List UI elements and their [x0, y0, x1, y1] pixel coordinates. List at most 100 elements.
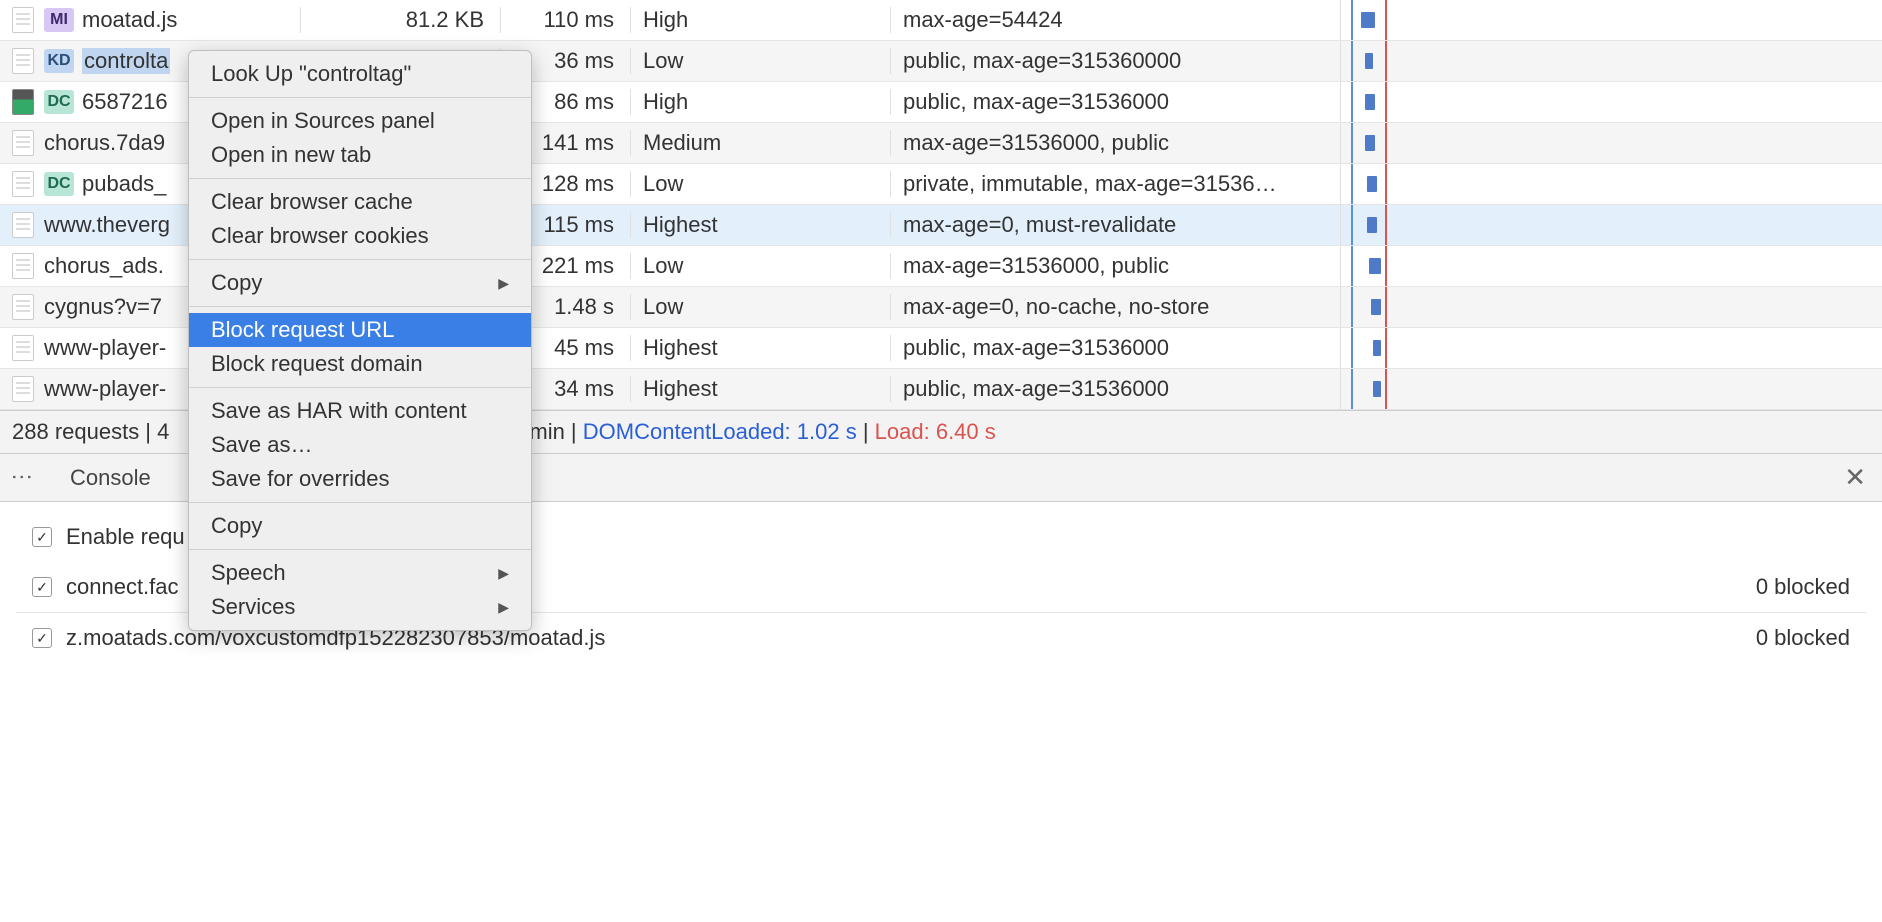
col-priority: High: [630, 7, 890, 33]
menu-services-label: Services: [211, 594, 295, 620]
timeline-marker: [1385, 164, 1387, 204]
col-priority: Low: [630, 253, 890, 279]
col-waterfall: [1340, 328, 1882, 368]
col-cache-control: public, max-age=31536000: [890, 335, 1340, 361]
col-size: 81.2 KB: [300, 7, 500, 33]
col-waterfall: [1340, 246, 1882, 286]
timeline-marker: [1351, 246, 1353, 286]
col-priority: Highest: [630, 335, 890, 361]
script-file-icon: [12, 294, 34, 320]
menu-copy-submenu[interactable]: Copy ▶: [189, 266, 531, 300]
request-name: www.theverg: [44, 212, 170, 238]
timeline-marker: [1385, 0, 1387, 40]
menu-services[interactable]: Services ▶: [189, 590, 531, 624]
timeline-marker: [1385, 287, 1387, 327]
script-file-icon: [12, 376, 34, 402]
status-load: Load: 6.40 s: [875, 419, 996, 444]
menu-save-as[interactable]: Save as…: [189, 428, 531, 462]
initiator-badge: MI: [44, 8, 74, 32]
waterfall-bar: [1361, 12, 1375, 28]
initiator-badge: KD: [44, 49, 74, 73]
timeline-marker: [1385, 328, 1387, 368]
menu-save-overrides[interactable]: Save for overrides: [189, 462, 531, 496]
col-cache-control: public, max-age=315360000: [890, 48, 1340, 74]
waterfall-bar: [1371, 299, 1381, 315]
timeline-marker: [1351, 287, 1353, 327]
col-cache-control: public, max-age=31536000: [890, 89, 1340, 115]
menu-open-sources[interactable]: Open in Sources panel: [189, 104, 531, 138]
col-waterfall: [1340, 82, 1882, 122]
network-row[interactable]: MImoatad.js81.2 KB110 msHighmax-age=5442…: [0, 0, 1882, 41]
col-priority: Low: [630, 171, 890, 197]
waterfall-bar: [1369, 258, 1381, 274]
col-priority: Highest: [630, 212, 890, 238]
more-icon[interactable]: ⋮: [9, 466, 35, 490]
col-time: 110 ms: [500, 7, 630, 33]
col-waterfall: [1340, 369, 1882, 409]
col-cache-control: public, max-age=31536000: [890, 376, 1340, 402]
timeline-marker: [1351, 0, 1353, 40]
col-waterfall: [1340, 0, 1882, 40]
col-cache-control: max-age=54424: [890, 7, 1340, 33]
col-priority: High: [630, 89, 890, 115]
timeline-marker: [1385, 369, 1387, 409]
pattern-text: connect.fac: [66, 574, 179, 600]
col-waterfall: [1340, 41, 1882, 81]
pattern-checkbox[interactable]: [32, 577, 52, 597]
menu-block-url[interactable]: Block request URL: [189, 313, 531, 347]
menu-copy-submenu-label: Copy: [211, 270, 262, 296]
request-name: cygnus?v=7: [44, 294, 162, 320]
col-waterfall: [1340, 205, 1882, 245]
col-waterfall: [1340, 123, 1882, 163]
status-requests: 288 requests | 4: [12, 419, 169, 444]
close-icon[interactable]: ✕: [1844, 462, 1866, 493]
enable-blocking-checkbox[interactable]: [32, 527, 52, 547]
col-priority: Low: [630, 48, 890, 74]
waterfall-bar: [1367, 217, 1377, 233]
chevron-right-icon: ▶: [498, 275, 509, 292]
menu-separator: [189, 306, 531, 307]
waterfall-bar: [1365, 94, 1375, 110]
col-priority: Medium: [630, 130, 890, 156]
pattern-checkbox[interactable]: [32, 628, 52, 648]
menu-copy[interactable]: Copy: [189, 509, 531, 543]
menu-lookup[interactable]: Look Up "controltag": [189, 57, 531, 91]
menu-clear-cookies[interactable]: Clear browser cookies: [189, 219, 531, 253]
col-name: MImoatad.js: [0, 7, 300, 33]
script-file-icon: [12, 253, 34, 279]
waterfall-bar: [1365, 135, 1375, 151]
request-name: www-player-: [44, 335, 166, 361]
initiator-badge: DC: [44, 90, 74, 114]
menu-separator: [189, 387, 531, 388]
request-name: chorus_ads.: [44, 253, 164, 279]
request-name: www-player-: [44, 376, 166, 402]
timeline-marker: [1351, 328, 1353, 368]
menu-clear-cache[interactable]: Clear browser cache: [189, 185, 531, 219]
timeline-marker: [1385, 123, 1387, 163]
menu-save-har[interactable]: Save as HAR with content: [189, 394, 531, 428]
timeline-marker: [1351, 369, 1353, 409]
context-menu: Look Up "controltag" Open in Sources pan…: [188, 50, 532, 631]
request-name: pubads_: [82, 171, 166, 197]
chevron-right-icon: ▶: [498, 599, 509, 616]
menu-speech[interactable]: Speech ▶: [189, 556, 531, 590]
status-domcontentloaded: DOMContentLoaded: 1.02 s: [583, 419, 857, 444]
status-sep: |: [857, 419, 875, 444]
request-name: 6587216: [82, 89, 168, 115]
col-waterfall: [1340, 287, 1882, 327]
timeline-marker: [1385, 205, 1387, 245]
col-cache-control: max-age=31536000, public: [890, 253, 1340, 279]
timeline-marker: [1351, 82, 1353, 122]
status-mid: min |: [529, 419, 582, 444]
script-file-icon: [12, 7, 34, 33]
col-priority: Highest: [630, 376, 890, 402]
menu-speech-label: Speech: [211, 560, 286, 586]
timeline-marker: [1351, 123, 1353, 163]
timeline-marker: [1385, 246, 1387, 286]
script-file-icon: [12, 130, 34, 156]
tab-console[interactable]: Console: [58, 465, 163, 491]
waterfall-bar: [1373, 340, 1381, 356]
script-file-icon: [12, 335, 34, 361]
menu-block-domain[interactable]: Block request domain: [189, 347, 531, 381]
menu-open-tab[interactable]: Open in new tab: [189, 138, 531, 172]
